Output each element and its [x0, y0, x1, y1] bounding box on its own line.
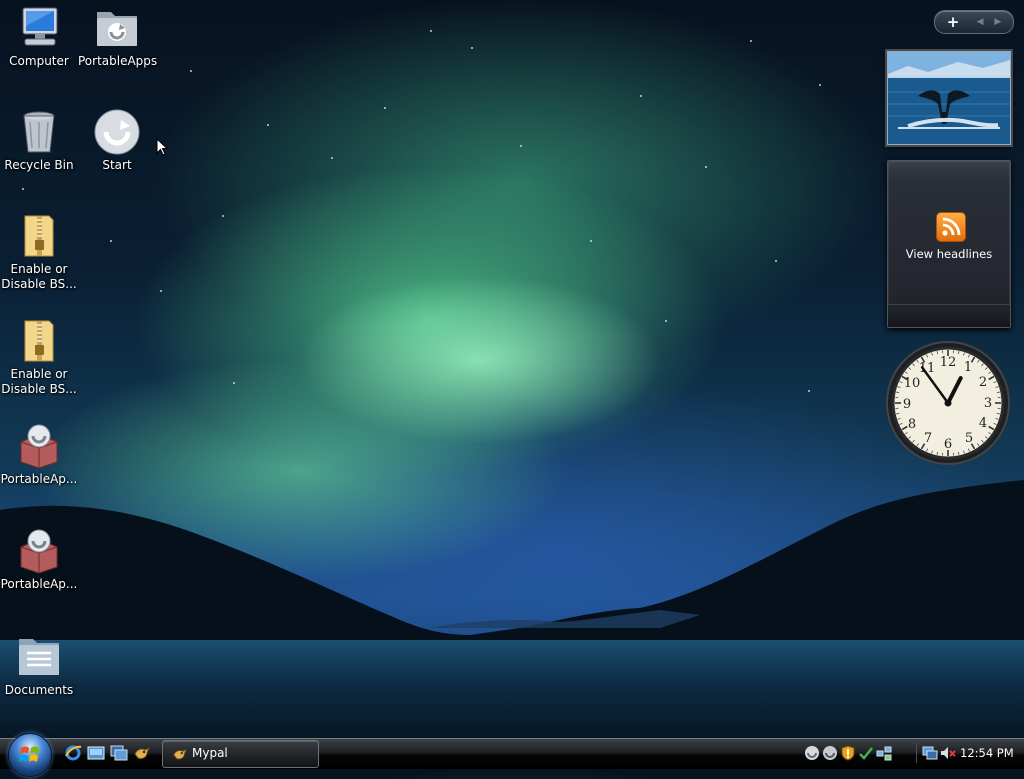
add-gadget-button[interactable]: + — [941, 11, 965, 33]
clock-numeral: 6 — [944, 437, 952, 452]
update-check-icon[interactable] — [858, 745, 874, 761]
show-desktop-icon[interactable] — [87, 744, 105, 762]
taskbar-button-mypal[interactable]: Mypal — [162, 740, 319, 768]
desktop-icon-start[interactable]: Start — [78, 108, 156, 173]
windows-logo-icon — [9, 734, 51, 776]
start-button[interactable] — [8, 733, 52, 777]
desktop-icon-enable-disable-1[interactable]: Enable or Disable BS... — [0, 212, 78, 292]
zip-folder-icon — [15, 212, 63, 260]
desktop-icon-label: Enable or — [0, 367, 78, 382]
desktop-icon-portableapps-package-1[interactable]: PortableAp... — [0, 422, 78, 487]
desktop-icon-computer[interactable]: Computer — [0, 4, 78, 69]
system-tray: 12:54 PM — [800, 740, 1022, 766]
desktop-icon-label: PortableAp... — [0, 577, 78, 592]
desktop-icon-label: Documents — [0, 683, 78, 698]
desktop-icon-label-line2: Disable BS... — [0, 382, 78, 397]
rss-icon — [936, 212, 966, 242]
clock-numeral: 2 — [979, 375, 987, 390]
desktop-icon-label: Recycle Bin — [0, 158, 78, 173]
clock-numeral: 10 — [904, 376, 921, 391]
desktop-icon-label-line2: Disable BS... — [0, 277, 78, 292]
desktop-icon-label: PortableAp... — [0, 472, 78, 487]
clock-numeral: 7 — [924, 431, 932, 446]
desktop-icon-enable-disable-2[interactable]: Enable or Disable BS... — [0, 317, 78, 397]
folder-icon — [93, 4, 141, 52]
portableapps-package-icon — [15, 422, 63, 470]
desktop-icon-label: Start — [78, 158, 156, 173]
mypal-icon — [172, 746, 188, 762]
clock-numeral: 1 — [964, 360, 972, 375]
security-shield-icon[interactable] — [840, 745, 856, 761]
clock-gadget[interactable]: 12 1 2 3 4 5 6 7 8 9 10 11 — [885, 340, 1011, 466]
gadget-nav-arrows[interactable]: ◀ ▶ — [971, 11, 1011, 33]
gadget-footer — [888, 304, 1010, 327]
feed-headlines-gadget[interactable]: View headlines — [887, 160, 1011, 328]
remote-desktop-icon[interactable] — [922, 745, 938, 761]
documents-folder-icon — [15, 633, 63, 681]
network-icon[interactable] — [876, 745, 892, 761]
desktop-icon-label: Enable or — [0, 262, 78, 277]
portableapps-tray-icon[interactable] — [804, 745, 820, 761]
whale-tail-photo — [888, 52, 1010, 144]
desktop-icon-documents[interactable]: Documents — [0, 633, 78, 698]
desktop-icon-portableapps[interactable]: PortableApps — [78, 4, 156, 69]
internet-explorer-icon[interactable] — [64, 744, 82, 762]
sidebar-controls: + ◀ ▶ — [934, 10, 1014, 34]
computer-icon — [15, 4, 63, 52]
desktop-icon-label: PortableApps — [78, 54, 156, 69]
clock-numeral: 4 — [979, 416, 987, 431]
desktop-icon-recycle-bin[interactable]: Recycle Bin — [0, 108, 78, 173]
taskbar-clock[interactable]: 12:54 PM — [960, 746, 1014, 760]
zip-folder-icon — [15, 317, 63, 365]
switch-windows-icon[interactable] — [110, 744, 128, 762]
clock-numeral: 8 — [908, 417, 916, 432]
task-label: Mypal — [192, 746, 228, 760]
clock-numeral: 3 — [984, 396, 992, 411]
mypal-icon[interactable] — [133, 744, 151, 762]
clock-numeral: 12 — [940, 355, 957, 370]
clock-numeral: 5 — [965, 431, 973, 446]
clock-numeral: 9 — [903, 397, 911, 412]
desktop-icon-portableapps-package-2[interactable]: PortableAp... — [0, 527, 78, 592]
portableapps-start-icon — [93, 108, 141, 156]
view-headlines-link[interactable]: View headlines — [888, 247, 1010, 261]
portableapps-package-icon — [15, 527, 63, 575]
portableapps-tray-icon[interactable] — [822, 745, 838, 761]
mouse-cursor-icon — [156, 138, 168, 156]
tray-separator — [916, 743, 917, 763]
lake-reflection — [0, 640, 1024, 740]
slideshow-gadget[interactable] — [887, 51, 1011, 145]
recycle-bin-icon — [15, 108, 63, 156]
desktop-icon-label: Computer — [0, 54, 78, 69]
volume-muted-icon[interactable] — [940, 745, 956, 761]
